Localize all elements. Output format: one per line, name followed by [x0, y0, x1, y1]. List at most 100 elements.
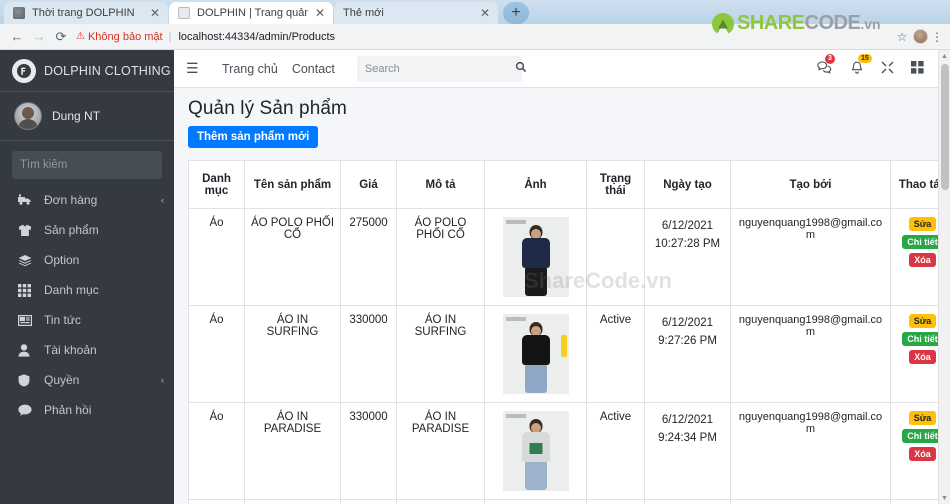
col-header-image[interactable]: Ảnh	[484, 160, 587, 209]
sidebar-search-input[interactable]	[12, 151, 162, 179]
detail-button[interactable]: Chi tiết	[902, 332, 938, 346]
browser-tab-2[interactable]: Thẻ mới ✕	[334, 2, 498, 24]
cell-description: ÁO IN SURFING	[396, 305, 485, 403]
sidebar-item-danh-muc[interactable]: Danh mục	[0, 275, 174, 305]
fullscreen-icon[interactable]	[881, 61, 894, 76]
dolphin-logo-icon	[12, 58, 36, 83]
address-bar[interactable]: ⚠ Không bảo mật | localhost:44334/admin/…	[76, 27, 893, 47]
thumb-legs	[524, 460, 547, 490]
delete-button[interactable]: Xóa	[909, 447, 936, 461]
hamburger-menu-icon[interactable]: ☰	[186, 60, 208, 77]
truck-icon	[18, 194, 38, 206]
table-row[interactable]: Áo ÁO IN STREET 330000 ÁO IN STREET	[188, 499, 938, 504]
col-header-name[interactable]: Tên sản phẩm	[244, 160, 341, 209]
close-icon[interactable]: ✕	[479, 7, 491, 19]
cell-status	[586, 208, 645, 306]
chat-icon	[18, 404, 38, 416]
bookmark-star-icon[interactable]: ☆	[893, 30, 911, 44]
search-icon[interactable]	[515, 61, 527, 76]
detail-button[interactable]: Chi tiết	[902, 235, 938, 249]
notifications-icon[interactable]: 15	[850, 53, 872, 77]
messages-icon[interactable]: 3	[817, 54, 835, 76]
edit-button[interactable]: Sửa	[908, 314, 937, 328]
topnav-link-trang-chu[interactable]: Trang chủ	[222, 62, 278, 76]
search-input[interactable]	[356, 62, 515, 75]
cell-status: Active	[586, 402, 645, 500]
row-actions: Sửa Chi tiết Xóa	[896, 411, 938, 461]
new-tab-button[interactable]: +	[503, 2, 529, 24]
col-header-price[interactable]: Giá	[340, 160, 397, 209]
cell-actions: Sửa Chi tiết Xóa	[890, 499, 938, 504]
security-warning[interactable]: Không bảo mật	[88, 31, 163, 43]
topnav-icons: 3 15	[817, 53, 924, 77]
profile-avatar[interactable]	[913, 29, 928, 44]
scroll-down-arrow-icon[interactable]: ▼	[939, 492, 950, 504]
col-header-created-by[interactable]: Tạo bởi	[730, 160, 891, 209]
apps-grid-icon[interactable]	[911, 61, 924, 76]
chevron-left-icon: ‹	[161, 375, 164, 385]
delete-button[interactable]: Xóa	[909, 350, 936, 364]
close-icon[interactable]: ✕	[314, 7, 326, 19]
cell-price: 330000	[340, 499, 397, 504]
user-panel[interactable]: Dung NT	[0, 92, 174, 141]
tab-title: Thẻ mới	[343, 7, 384, 19]
table-row[interactable]: Áo ÁO POLO PHỐI CỔ 275000 ÁO POLO PHỐI C…	[188, 208, 938, 306]
sidebar-item-label: Tài khoản	[44, 343, 97, 357]
sidebar-search[interactable]	[12, 151, 162, 179]
cell-date-time: 9:24:34 PM	[658, 432, 717, 445]
forward-icon[interactable]: →	[28, 26, 50, 48]
table-row[interactable]: Áo ÁO IN PARADISE 330000 ÁO IN PARADISE	[188, 402, 938, 500]
back-icon[interactable]: ←	[6, 26, 28, 48]
thumb-legs	[524, 266, 547, 296]
user-icon	[18, 343, 38, 357]
col-header-status[interactable]: Trạng thái	[586, 160, 645, 209]
cell-created-date: 6/12/2021 9:24:34 PM	[644, 402, 731, 500]
cell-date-day: 6/12/2021	[661, 414, 714, 426]
topnav-link-contact[interactable]: Contact	[292, 62, 335, 76]
close-icon[interactable]: ✕	[149, 7, 161, 19]
cell-category: Áo	[188, 208, 245, 306]
sidebar-item-label: Option	[44, 253, 80, 267]
col-header-description[interactable]: Mô tả	[396, 160, 485, 209]
cell-created-date: 6/12/2021 9:27:26 PM	[644, 305, 731, 403]
edit-button[interactable]: Sửa	[908, 411, 937, 425]
cell-created-by: nguyenquang1998@gmail.com	[730, 402, 891, 500]
col-header-created-date[interactable]: Ngày tạo	[644, 160, 731, 209]
cell-actions: Sửa Chi tiết Xóa	[890, 402, 938, 500]
page-title: Quản lý Sản phẩm	[188, 98, 347, 119]
sidebar-item-quyen[interactable]: Quyền ‹	[0, 365, 174, 395]
detail-button[interactable]: Chi tiết	[902, 429, 938, 443]
cell-category: Áo	[188, 402, 245, 500]
reload-icon[interactable]: ⟳	[50, 26, 72, 48]
cell-status: Active	[586, 499, 645, 504]
delete-button[interactable]: Xóa	[909, 253, 936, 267]
col-header-actions[interactable]: Thao tác	[890, 160, 938, 209]
scrollbar-thumb[interactable]	[941, 64, 949, 190]
sidebar-item-san-pham[interactable]: Sản phẩm	[0, 215, 174, 245]
menu-kebab-icon[interactable]: ⋮	[930, 30, 944, 44]
browser-tab-0[interactable]: Thời trang DOLPHIN ✕	[4, 2, 168, 24]
top-search[interactable]	[356, 55, 527, 82]
sidebar-item-tin-tuc[interactable]: Tin tức	[0, 305, 174, 335]
products-table: Danh mục Tên sản phẩm Giá Mô tả Ảnh Trạn…	[188, 160, 938, 504]
browser-tab-1[interactable]: DOLPHIN | Trang quản trị ✕	[169, 2, 333, 24]
cell-created-date: 6/12/2021 10:27:28 PM	[644, 208, 731, 306]
browser-tabstrip: Thời trang DOLPHIN ✕ DOLPHIN | Trang quả…	[0, 0, 950, 24]
top-navbar: ☰ Trang chủ Contact Search 3 15	[174, 50, 938, 88]
sidebar-item-option[interactable]: Option	[0, 245, 174, 275]
edit-button[interactable]: Sửa	[908, 217, 937, 231]
page-scrollbar[interactable]: ▲ ▼	[938, 50, 950, 504]
scroll-up-arrow-icon[interactable]: ▲	[939, 50, 950, 62]
col-header-category[interactable]: Danh mục	[188, 160, 245, 209]
sidebar-item-phan-hoi[interactable]: Phản hồi	[0, 395, 174, 425]
table-row[interactable]: Áo ÁO IN SURFING 330000 ÁO IN SURFING Ac…	[188, 305, 938, 403]
sidebar-item-tai-khoan[interactable]: Tài khoản	[0, 335, 174, 365]
messages-badge: 3	[825, 54, 835, 64]
table-head: Danh mục Tên sản phẩm Giá Mô tả Ảnh Trạn…	[188, 160, 938, 209]
globe-icon	[13, 7, 25, 19]
cell-date-day: 6/12/2021	[661, 317, 714, 329]
sidebar-item-don-hang[interactable]: Đơn hàng ‹	[0, 185, 174, 215]
chevron-left-icon: ‹	[161, 195, 164, 205]
brand-logo[interactable]: DOLPHIN CLOTHING	[0, 50, 174, 92]
add-product-button[interactable]: Thêm sản phẩm mới	[188, 126, 319, 148]
